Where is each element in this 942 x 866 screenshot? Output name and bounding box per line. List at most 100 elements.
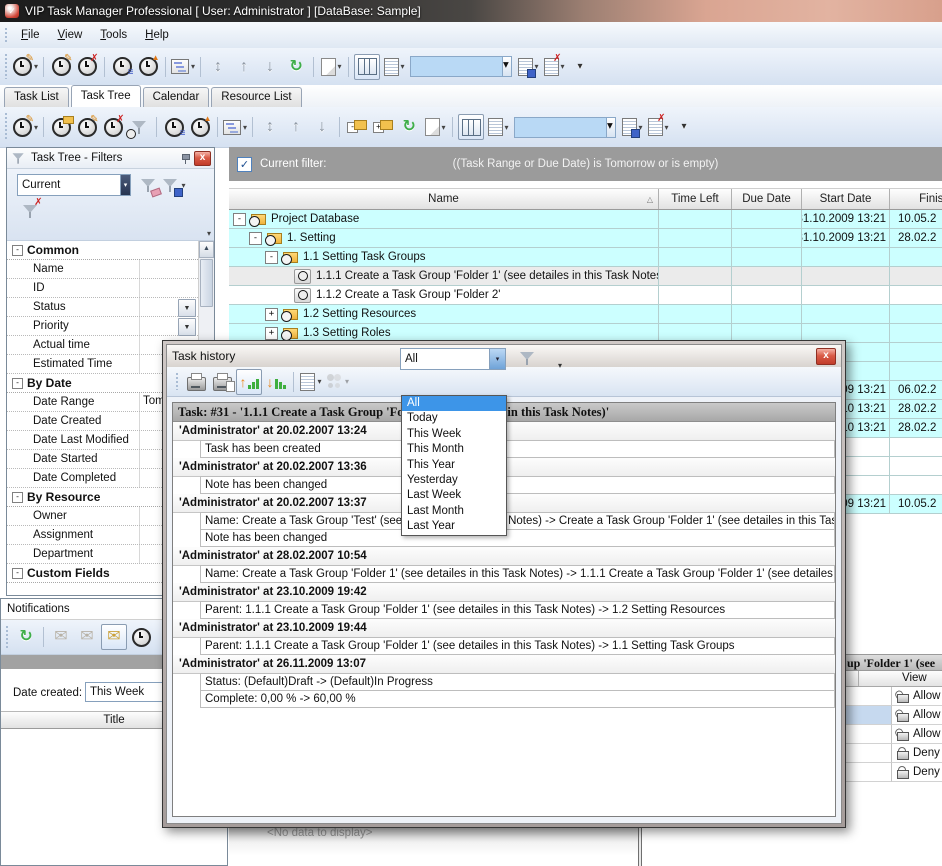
resources-icon[interactable]: ▾ [325,370,349,394]
move-up-icon[interactable]: ↑ [284,115,308,139]
filter-preset-combo[interactable]: Current▾ [17,174,131,196]
tree-expand-icon[interactable]: - [233,213,246,226]
filter-field-name[interactable]: Name [7,260,214,279]
period-option-today[interactable]: Today [402,411,506,426]
new-task-icon[interactable]: ✎▾ [13,55,38,79]
move-down-icon[interactable]: ↓ [258,55,282,79]
collapse-all-icon[interactable]: - [345,115,369,139]
new-task-group-icon[interactable] [49,115,73,139]
filter-field-id[interactable]: ID [7,279,214,298]
chevron-down-icon[interactable]: ▾ [345,377,349,386]
menu-file[interactable]: File [12,25,49,45]
combo-dropdown-icon[interactable]: ▾ [502,57,511,76]
task-row[interactable]: -1.1 Setting Task Groups [229,248,942,267]
columns-view-icon[interactable] [458,114,484,140]
menu-help[interactable]: Help [136,25,178,45]
chevron-down-icon[interactable]: ▾ [34,123,38,132]
columns-view-icon[interactable] [354,54,380,80]
tree-expand-icon[interactable]: - [265,251,278,264]
toolbar-overflow-icon[interactable]: ▾ [568,55,592,79]
view-name-combo[interactable]: ▾ [410,56,512,77]
scroll-up-icon[interactable]: ▲ [199,241,214,258]
chevron-down-icon[interactable]: ▾ [338,62,342,71]
collapse-box-icon[interactable]: - [12,245,23,256]
chevron-down-icon[interactable]: ▾ [505,123,509,132]
period-option-this-month[interactable]: This Month [402,442,506,457]
task-row[interactable]: -Project Database31.10.2009 13:2110.05.2 [229,210,942,229]
sort-descending-icon[interactable]: ↓ [264,370,288,394]
menu-tools[interactable]: Tools [91,25,136,45]
report-icon[interactable]: ▾ [486,115,510,139]
show-new-icon[interactable]: ✉ [101,624,127,650]
refresh-icon[interactable]: ↻ [284,55,308,79]
period-option-last-month[interactable]: Last Month [402,504,506,519]
task-row[interactable]: -1. Setting31.10.2009 13:2128.02.2 [229,229,942,248]
period-filter-combo[interactable]: All▾ [400,348,506,370]
toolbar-gripper[interactable] [174,373,180,390]
history-filter-dropdown-icon[interactable]: ▾ [558,361,562,370]
move-updown-icon[interactable]: ↕ [258,115,282,139]
dialog-close-button[interactable]: x [816,348,836,365]
refresh-icon[interactable]: ↻ [14,625,38,649]
filter-field-status[interactable]: Status▼ [7,298,214,317]
chevron-down-icon[interactable]: ▾ [317,377,321,386]
delete-task-icon[interactable]: ✗ [75,55,99,79]
tab-resource-list[interactable]: Resource List [211,87,301,107]
tree-expand-icon[interactable]: - [249,232,262,245]
period-option-yesterday[interactable]: Yesterday [402,473,506,488]
gantt-view-icon[interactable]: ▾ [171,55,195,79]
dropdown-button-icon[interactable]: ▼ [178,299,196,317]
new-task-icon[interactable]: ✎▾ [13,115,38,139]
chevron-down-icon[interactable]: ▾ [243,123,247,132]
current-filter-checkbox[interactable]: ✓ [237,157,252,172]
column-header-name[interactable]: Name△ [229,189,659,209]
filter-tasks-icon[interactable] [127,115,151,139]
task-row[interactable]: 1.1.1 Create a Task Group 'Folder 1' (se… [229,267,942,286]
schedule-icon[interactable] [129,625,153,649]
tab-task-tree[interactable]: Task Tree [71,85,141,107]
duplicate-icon[interactable]: ▾ [423,115,447,139]
period-option-this-year[interactable]: This Year [402,458,506,473]
period-option-this-week[interactable]: This Week [402,427,506,442]
view-name-combo[interactable]: ▾ [514,117,616,138]
delete-task-icon[interactable]: ✗ [101,115,125,139]
mark-read-icon[interactable]: ✉ [49,625,73,649]
save-view-icon[interactable]: ▾ [620,115,644,139]
period-option-last-week[interactable]: Last Week [402,488,506,503]
task-row[interactable]: 1.1.2 Create a Task Group 'Folder 2' [229,286,942,305]
move-updown-icon[interactable]: ↕ [206,55,230,79]
history-filter-icon[interactable] [519,350,536,367]
filters-toolbar-overflow-icon[interactable]: ▾ [207,229,211,238]
column-header-finish[interactable]: Finish [890,189,942,209]
column-header-start-date[interactable]: Start Date [802,189,890,209]
task-priority-icon[interactable]: ▲ [136,55,160,79]
filter-clear-icon[interactable]: ✗ [18,199,42,223]
chevron-down-icon[interactable]: ▾ [34,62,38,71]
pin-icon[interactable] [181,153,190,164]
window-titlebar[interactable]: ✓ VIP Task Manager Professional [ User: … [0,0,942,22]
filters-close-button[interactable]: x [194,151,211,166]
tab-task-list[interactable]: Task List [4,87,69,107]
filter-save-icon[interactable]: ▾ [162,173,186,197]
period-option-last-year[interactable]: Last Year [402,519,506,534]
chevron-down-icon[interactable]: ▾ [442,123,446,132]
toolbar-gripper[interactable] [4,626,10,648]
move-down-icon[interactable]: ↓ [310,115,334,139]
toolbar-gripper[interactable] [3,113,9,141]
task-details-icon[interactable]: ≡ [110,55,134,79]
move-up-icon[interactable]: ↑ [232,55,256,79]
print-preview-icon[interactable] [210,370,234,394]
menu-view[interactable]: View [49,25,92,45]
report-icon[interactable]: ▾ [299,370,323,394]
mark-unread-icon[interactable]: ✉ [75,625,99,649]
report-icon[interactable]: ▾ [382,55,406,79]
task-priority-icon[interactable]: ▲ [188,115,212,139]
save-view-icon[interactable]: ▾ [516,55,540,79]
print-icon[interactable] [184,370,208,394]
filter-field-priority[interactable]: Priority▼ [7,317,214,336]
refresh-icon[interactable]: ↻ [397,115,421,139]
task-row[interactable]: +1.2 Setting Resources [229,305,942,324]
toolbar-gripper[interactable] [3,28,9,42]
filter-section-common[interactable]: -Common [7,241,214,260]
tree-expand-icon[interactable]: + [265,327,278,340]
